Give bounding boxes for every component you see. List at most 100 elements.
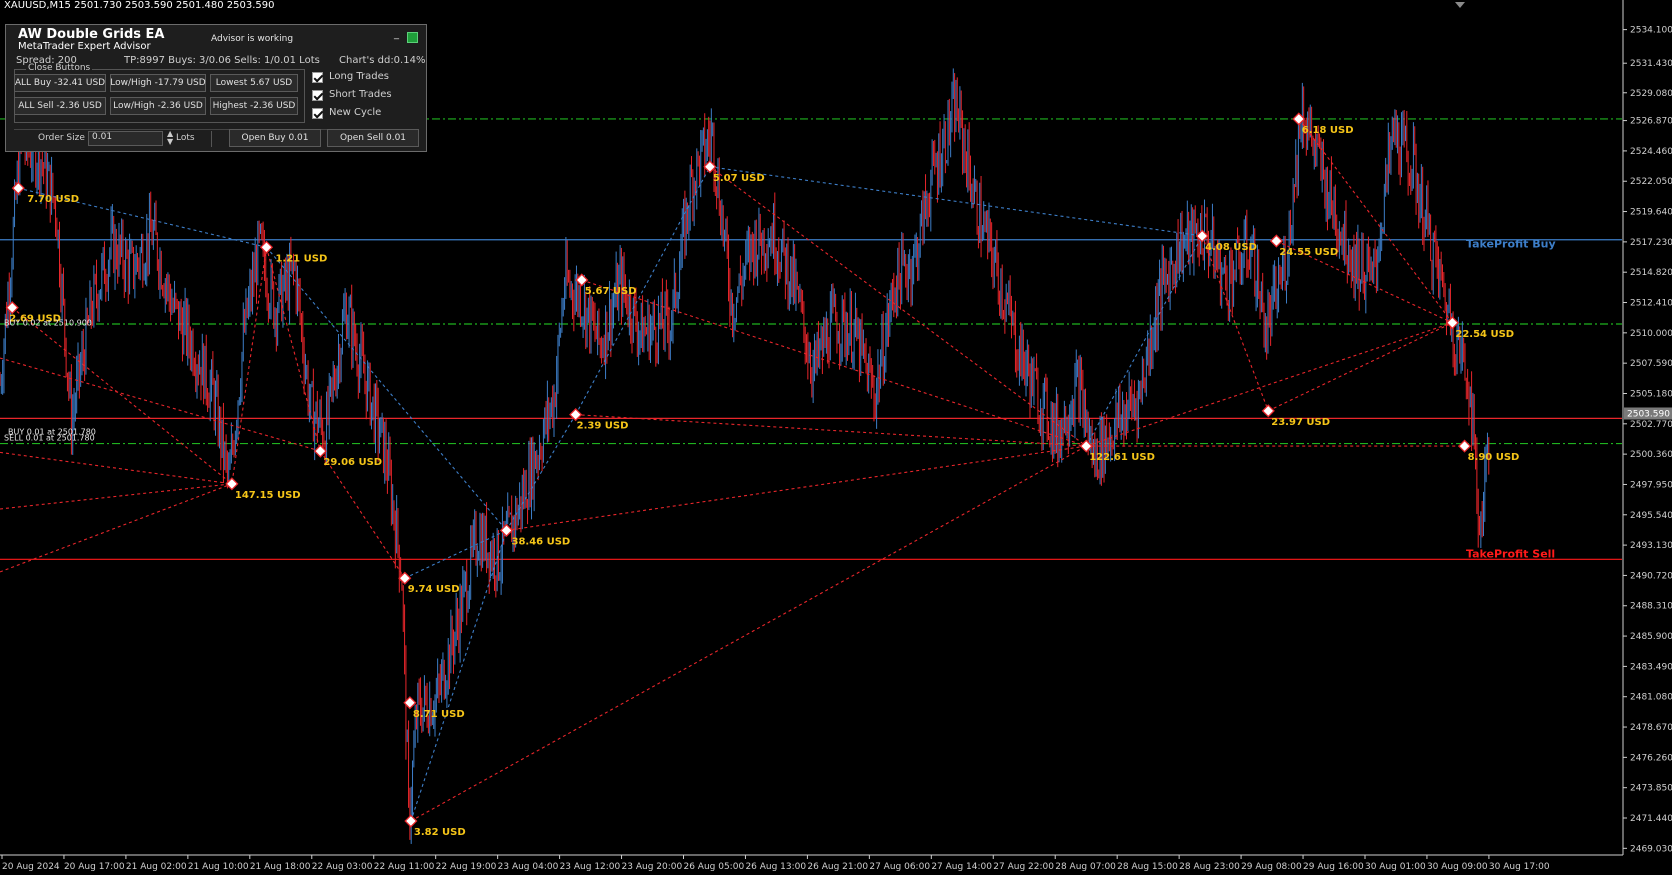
- order-text: BUY 0.02 at 2510.900: [4, 319, 92, 328]
- advisor-status: Advisor is working: [211, 34, 294, 44]
- trade-profit-label: 2.39 USD: [577, 421, 629, 432]
- y-tick-label: 2529.080: [1630, 89, 1672, 99]
- trade-marker-icon[interactable]: [259, 240, 274, 254]
- x-tick-label: 26 Aug 13:00: [745, 862, 806, 872]
- trade-profit-label: 22.54 USD: [1455, 329, 1514, 340]
- order-size-spinner-icon[interactable]: ▲ ▼: [167, 130, 173, 146]
- x-tick-label: 29 Aug 08:00: [1241, 862, 1302, 872]
- short-trades-checkbox[interactable]: [312, 90, 323, 101]
- trade-connector: [231, 247, 268, 484]
- new-cycle-checkbox[interactable]: [312, 108, 323, 119]
- lots-label: Lots: [176, 133, 195, 143]
- close-all-buy-button[interactable]: ALL Buy -32.41 USD: [14, 74, 106, 92]
- positions-stats: TP:8997 Buys: 3/0.06 Sells: 1/0.01 Lots: [124, 55, 320, 66]
- trade-connector: [0, 483, 232, 510]
- y-tick-label: 2469.030: [1630, 844, 1672, 854]
- y-tick-label: 2510.000: [1630, 329, 1672, 339]
- trade-profit-label: 23.97 USD: [1271, 417, 1330, 428]
- trade-marker-icon[interactable]: [225, 477, 239, 491]
- panel-header[interactable]: AW Double Grids EA MetaTrader Expert Adv…: [6, 25, 426, 55]
- y-tick-label: 2493.130: [1630, 541, 1672, 551]
- trade-profit-label: 5.67 USD: [585, 286, 637, 297]
- x-tick-label: 20 Aug 17:00: [64, 862, 125, 872]
- x-tick-label: 28 Aug 07:00: [1055, 862, 1116, 872]
- open-sell-button[interactable]: Open Sell 0.01: [327, 129, 419, 147]
- x-tick-label: 28 Aug 15:00: [1117, 862, 1178, 872]
- long-trades-checkbox[interactable]: [312, 72, 323, 83]
- x-tick-label: 28 Aug 23:00: [1179, 862, 1240, 872]
- trade-profit-label: 6.18 USD: [1302, 125, 1354, 136]
- close-all-sell-button[interactable]: ALL Sell -2.36 USD: [14, 97, 106, 115]
- current-price-label: 2503.590: [1627, 409, 1670, 419]
- y-tick-label: 2481.080: [1630, 693, 1672, 703]
- y-tick-label: 2534.100: [1630, 26, 1672, 36]
- close-buttons-label: Close Buttons: [26, 63, 93, 73]
- y-tick-label: 2507.590: [1630, 359, 1672, 369]
- y-tick-label: 2495.540: [1630, 511, 1672, 521]
- y-tick-label: 2526.870: [1630, 117, 1672, 127]
- price-axis: [1623, 0, 1672, 875]
- trade-profit-label: 8.90 USD: [1468, 452, 1520, 463]
- y-tick-label: 2497.950: [1630, 480, 1672, 490]
- panel-title: AW Double Grids EA: [18, 27, 165, 42]
- trade-profit-label: 8.71 USD: [413, 709, 465, 720]
- x-tick-label: 22 Aug 19:00: [436, 862, 497, 872]
- trade-connector: [410, 530, 508, 822]
- trade-connector: [11, 307, 233, 485]
- trade-marker-icon[interactable]: [1445, 316, 1459, 330]
- chart-drawdown: Chart's dd:0.14%: [339, 55, 426, 66]
- y-tick-label: 2500.360: [1630, 450, 1672, 460]
- order-text: SELL 0.01 at 2501.780: [4, 433, 95, 442]
- x-tick-label: 22 Aug 03:00: [312, 862, 373, 872]
- x-tick-label: 26 Aug 05:00: [683, 862, 744, 872]
- close-lowhigh-sell-button[interactable]: Low/High -2.36 USD: [110, 97, 206, 115]
- x-tick-label: 27 Aug 14:00: [931, 862, 992, 872]
- short-trades-label: Short Trades: [329, 89, 392, 100]
- x-tick-label: 23 Aug 12:00: [560, 862, 621, 872]
- trade-profit-label: 147.15 USD: [235, 490, 301, 501]
- trade-profit-label: 122.61 USD: [1089, 452, 1155, 463]
- y-tick-label: 2517.230: [1630, 238, 1672, 248]
- y-tick-label: 2490.720: [1630, 571, 1672, 581]
- ea-control-panel: AW Double Grids EA MetaTrader Expert Adv…: [5, 24, 427, 152]
- x-tick-label: 30 Aug 01:00: [1365, 862, 1426, 872]
- x-tick-label: 21 Aug 10:00: [188, 862, 249, 872]
- order-size-input[interactable]: 0.01: [88, 131, 163, 146]
- trade-marker-icon[interactable]: [1457, 439, 1472, 453]
- trade-profit-label: 7.70 USD: [27, 194, 79, 205]
- x-tick-label: 27 Aug 06:00: [869, 862, 930, 872]
- open-buy-button[interactable]: Open Buy 0.01: [229, 129, 321, 147]
- chart-shift-icon[interactable]: [1455, 2, 1465, 8]
- minimize-button[interactable]: _: [394, 29, 399, 40]
- new-cycle-label: New Cycle: [329, 107, 382, 118]
- close-highest-button[interactable]: Highest -2.36 USD: [210, 97, 298, 115]
- close-lowhigh-buy-button[interactable]: Low/High -17.79 USD: [110, 74, 206, 92]
- trade-marker-icon[interactable]: [1269, 234, 1283, 248]
- trade-marker-icon[interactable]: [1261, 404, 1275, 418]
- trade-connector: [266, 246, 507, 531]
- panel-vertical-divider: [211, 131, 212, 147]
- y-tick-label: 2519.640: [1630, 208, 1672, 218]
- x-tick-label: 23 Aug 20:00: [622, 862, 683, 872]
- close-lowest-button[interactable]: Lowest 5.67 USD: [210, 74, 298, 92]
- y-tick-label: 2476.260: [1630, 753, 1672, 763]
- takeprofit-sell-label: TakeProfit Sell: [1466, 547, 1555, 560]
- trade-connector: [575, 414, 1087, 447]
- trade-connector: [0, 451, 232, 485]
- order-size-label: Order Size: [38, 133, 85, 143]
- y-tick-label: 2488.310: [1630, 602, 1672, 612]
- trade-marker-icon[interactable]: [404, 814, 418, 828]
- trade-profit-label: 9.74 USD: [408, 584, 460, 595]
- y-tick-label: 2483.490: [1630, 662, 1672, 672]
- symbol-header: XAUUSD,M15 2501.730 2503.590 2501.480 25…: [4, 0, 275, 11]
- trade-connector: [709, 166, 1087, 447]
- y-tick-label: 2471.440: [1630, 814, 1672, 824]
- trade-marker-icon[interactable]: [1079, 439, 1093, 453]
- trade-profit-label: 5.07 USD: [713, 173, 765, 184]
- trade-profit-label: 4.08 USD: [1205, 242, 1257, 253]
- y-tick-label: 2524.460: [1630, 147, 1672, 157]
- metatrader-window: 7.70 USD 2.69 USD 1.21 USD 147.15 USD 29.06 …: [0, 0, 1672, 875]
- takeprofit-buy-label: TakeProfit Buy: [1466, 238, 1556, 251]
- y-tick-label: 2522.050: [1630, 177, 1672, 187]
- status-indicator-icon[interactable]: [407, 32, 418, 43]
